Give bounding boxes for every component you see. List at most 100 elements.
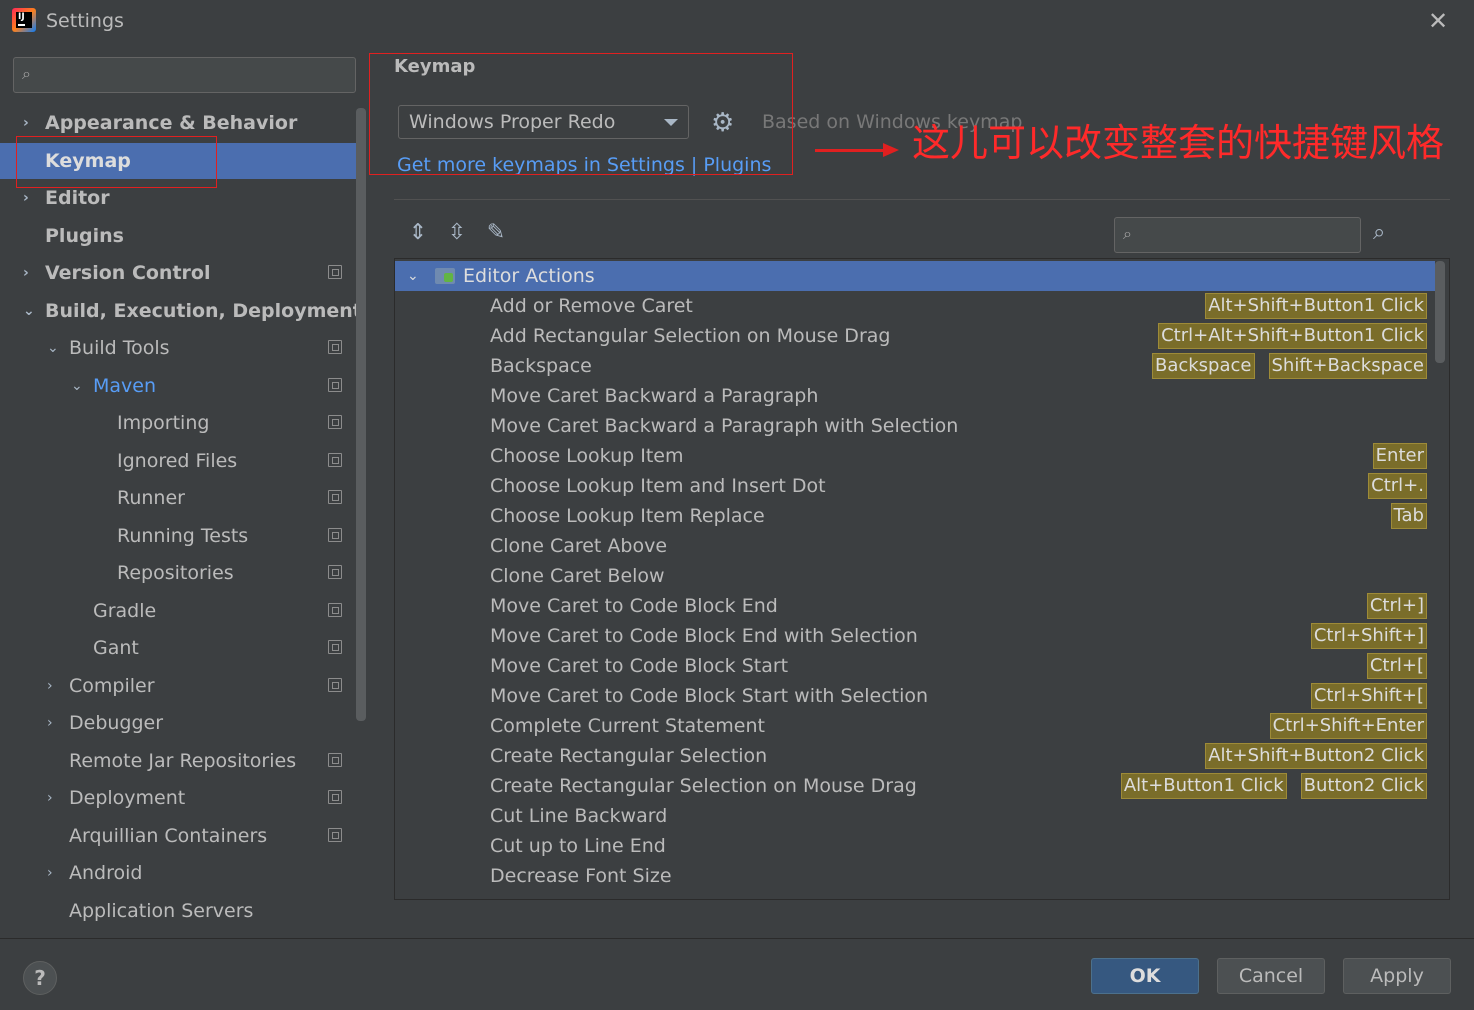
sidebar-item-label: Build, Execution, Deployment	[45, 299, 362, 322]
action-row[interactable]: Choose Lookup Item and Insert Dot Ctrl+.	[395, 471, 1435, 501]
sidebar-scrollbar[interactable]	[356, 108, 366, 721]
sidebar-item-compiler[interactable]: › Compiler	[0, 668, 356, 704]
action-row[interactable]: Cut Line Backward	[395, 801, 1435, 831]
action-row[interactable]: Move Caret to Code Block End Ctrl+]	[395, 591, 1435, 621]
sidebar-item-deployment[interactable]: › Deployment	[0, 780, 356, 816]
sidebar-item-label: Gant	[93, 637, 139, 659]
chevron-down-icon[interactable]: ⌄	[47, 330, 59, 366]
edit-pencil-icon[interactable]: ✎	[482, 220, 510, 250]
collapse-all-icon[interactable]: ⇳	[443, 220, 471, 250]
sidebar-item-running-tests[interactable]: Running Tests	[0, 518, 356, 554]
shortcut-badge: Shift+Backspace	[1268, 353, 1427, 379]
sidebar-item-arquillian-containers[interactable]: Arquillian Containers	[0, 818, 356, 854]
project-level-icon	[328, 527, 342, 542]
sidebar-item-plugins[interactable]: Plugins	[0, 218, 356, 254]
actions-scrollbar[interactable]	[1435, 261, 1445, 363]
shortcut-list: Alt+Shift+Button2 Click	[1205, 743, 1427, 769]
chevron-right-icon[interactable]: ›	[47, 855, 53, 891]
project-level-icon	[328, 452, 342, 467]
action-name: Move Caret Backward a Paragraph with Sel…	[490, 415, 959, 437]
chevron-right-icon[interactable]: ›	[47, 780, 53, 816]
action-row[interactable]: Move Caret Backward a Paragraph with Sel…	[395, 411, 1435, 441]
cancel-button[interactable]: Cancel	[1217, 958, 1325, 994]
action-row[interactable]: Move Caret to Code Block Start with Sele…	[395, 681, 1435, 711]
sidebar-item-android[interactable]: › Android	[0, 855, 356, 891]
sidebar-item-build-tools[interactable]: ⌄ Build Tools	[0, 330, 356, 366]
chevron-down-icon[interactable]: ⌄	[71, 368, 83, 404]
keymap-content: Keymap Windows Proper Redo ⚙ Based on Wi…	[368, 42, 1474, 938]
sidebar-item-importing[interactable]: Importing	[0, 405, 356, 441]
shortcut-badge: Ctrl+]	[1366, 593, 1427, 619]
window-title: Settings	[46, 10, 124, 32]
help-button[interactable]: ?	[23, 961, 57, 995]
shortcut-list: Ctrl+Alt+Shift+Button1 Click	[1158, 323, 1427, 349]
action-row[interactable]: Move Caret to Code Block End with Select…	[395, 621, 1435, 651]
sidebar-item-version-control[interactable]: › Version Control	[0, 255, 356, 291]
action-group-row[interactable]: ⌄ Editor Actions	[395, 261, 1435, 291]
sidebar-item-ignored-files[interactable]: Ignored Files	[0, 443, 356, 479]
sidebar-item-gant[interactable]: Gant	[0, 630, 356, 666]
action-row[interactable]: Create Rectangular Selection on Mouse Dr…	[395, 771, 1435, 801]
action-name: Decrease Font Size	[490, 865, 672, 887]
action-row[interactable]: Clone Caret Above	[395, 531, 1435, 561]
chevron-right-icon[interactable]: ›	[47, 668, 53, 704]
project-level-icon	[328, 565, 342, 579]
project-level-icon	[328, 265, 342, 279]
chevron-right-icon[interactable]: ›	[23, 255, 29, 291]
action-name: Complete Current Statement	[490, 715, 765, 737]
action-row[interactable]: Move Caret Backward a Paragraph	[395, 381, 1435, 411]
action-row[interactable]: Choose Lookup Item Replace Tab	[395, 501, 1435, 531]
action-row[interactable]: Move Caret to Code Block Start Ctrl+[	[395, 651, 1435, 681]
action-row[interactable]: Complete Current Statement Ctrl+Shift+Ent…	[395, 711, 1435, 741]
action-name: Choose Lookup Item	[490, 445, 684, 467]
folder-icon	[435, 268, 455, 284]
close-button[interactable]: ✕	[1426, 8, 1450, 34]
sidebar-item-label: Compiler	[69, 674, 155, 697]
shortcut-badge: Tab	[1390, 503, 1427, 529]
action-name: Clone Caret Below	[490, 565, 665, 587]
shortcut-badge: Ctrl+Alt+Shift+Button1 Click	[1158, 323, 1427, 349]
ok-button[interactable]: OK	[1091, 958, 1199, 994]
sidebar-item-remote-jar-repositories[interactable]: Remote Jar Repositories	[0, 743, 356, 779]
expand-all-icon[interactable]: ⇕	[404, 220, 432, 250]
shortcut-badge: Alt+Button1 Click	[1120, 773, 1287, 799]
find-by-shortcut-icon[interactable]: ⌕	[1373, 220, 1385, 245]
search-icon: ⌕	[22, 64, 31, 83]
sidebar-item-repositories[interactable]: Repositories	[0, 555, 356, 591]
sidebar-item-label: Importing	[117, 412, 210, 434]
sidebar-item-gradle[interactable]: Gradle	[0, 593, 356, 629]
action-row[interactable]: Decrease Font Size	[395, 861, 1435, 891]
sidebar-item-application-servers[interactable]: Application Servers	[0, 893, 356, 929]
sidebar-item-maven[interactable]: ⌄ Maven	[0, 368, 356, 404]
action-row[interactable]: Add Rectangular Selection on Mouse Drag C…	[395, 321, 1435, 351]
settings-search-box[interactable]: ⌕	[13, 57, 356, 93]
shortcut-list: Alt+Shift+Button1 Click	[1205, 293, 1427, 319]
shortcut-badge: Alt+Shift+Button2 Click	[1205, 743, 1427, 769]
action-name: Move Caret to Code Block End with Select…	[490, 625, 918, 647]
sidebar-item-build-execution-deployment[interactable]: ⌄ Build, Execution, Deployment	[0, 293, 362, 329]
action-row[interactable]: Add or Remove Caret Alt+Shift+Button1 Cli…	[395, 291, 1435, 321]
sidebar-item-debugger[interactable]: › Debugger	[0, 705, 356, 741]
dialog-footer: ? OK Cancel Apply	[0, 938, 1474, 1010]
shortcut-list: Alt+Button1 Click Button2 Click	[1120, 773, 1427, 799]
project-level-icon	[328, 827, 342, 842]
action-row[interactable]: Choose Lookup Item Enter	[395, 441, 1435, 471]
chevron-down-icon[interactable]: ⌄	[23, 293, 35, 329]
chevron-down-icon[interactable]: ⌄	[407, 261, 419, 291]
action-row[interactable]: Cut up to Line End	[395, 831, 1435, 861]
sidebar-item-label: Repositories	[117, 562, 234, 584]
chevron-right-icon[interactable]: ›	[47, 705, 53, 741]
action-row[interactable]: Clone Caret Below	[395, 561, 1435, 591]
action-filter-input[interactable]	[1149, 222, 1349, 248]
shortcut-badge: Ctrl+Shift+]	[1310, 623, 1427, 649]
action-row[interactable]: Backspace Backspace Shift+Backspace	[395, 351, 1435, 381]
apply-button[interactable]: Apply	[1343, 958, 1451, 994]
project-level-icon	[328, 640, 342, 654]
sidebar-item-label: Deployment	[69, 787, 186, 809]
action-row[interactable]: Create Rectangular Selection Alt+Shift+Bu…	[395, 741, 1435, 771]
action-filter-box[interactable]: ⌕	[1114, 217, 1361, 253]
shortcut-list: Tab	[1390, 503, 1427, 529]
project-level-icon	[328, 602, 342, 617]
settings-search-input[interactable]	[48, 62, 348, 88]
sidebar-item-runner[interactable]: Runner	[0, 480, 356, 516]
